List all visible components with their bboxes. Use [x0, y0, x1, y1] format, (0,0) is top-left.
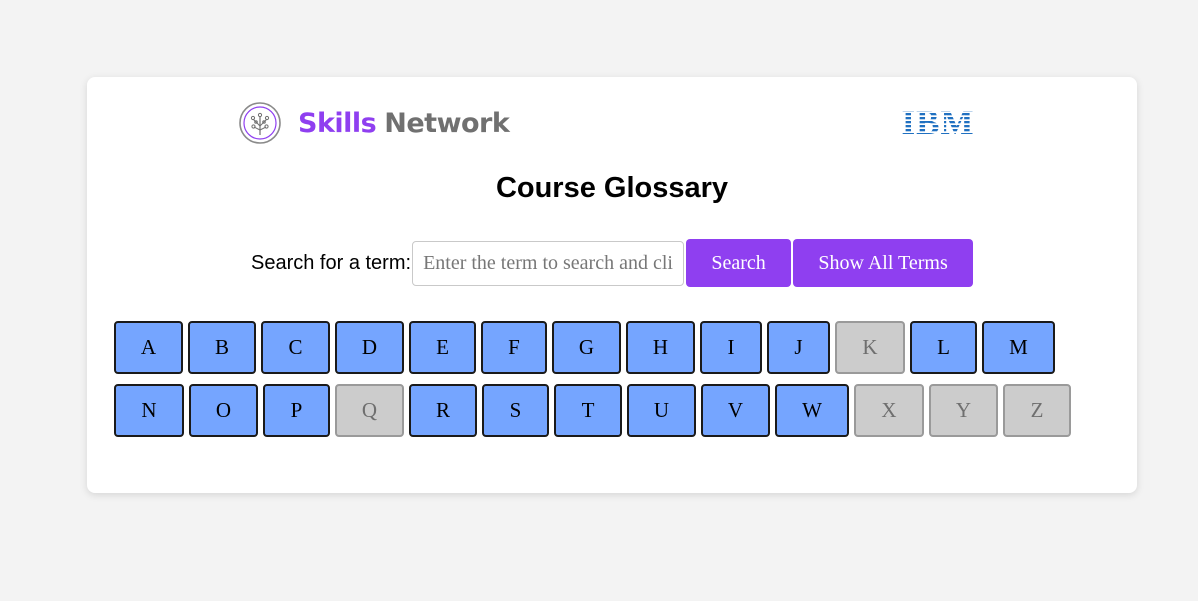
letter-button-g[interactable]: G [552, 321, 621, 374]
letter-button-l[interactable]: L [910, 321, 977, 374]
search-button[interactable]: Search [686, 239, 792, 287]
letter-button-a[interactable]: A [114, 321, 183, 374]
letter-button-w[interactable]: W [775, 384, 849, 437]
letter-button-p[interactable]: P [263, 384, 330, 437]
page-title: Course Glossary [495, 172, 729, 204]
letter-button-i[interactable]: I [700, 321, 762, 374]
letter-row-1: A B C D E F G H I J K L M [114, 321, 1114, 374]
letter-button-b[interactable]: B [188, 321, 256, 374]
search-bar: Search for a term: Search Show All Terms [251, 239, 974, 287]
show-all-terms-button[interactable]: Show All Terms [793, 239, 974, 287]
ibm-logo: IBM [902, 105, 975, 137]
letter-button-q: Q [335, 384, 404, 437]
letter-button-n[interactable]: N [114, 384, 184, 437]
skills-network-logo: Skills Network [239, 101, 510, 145]
letter-button-r[interactable]: R [409, 384, 477, 437]
search-label: Search for a term: [251, 251, 412, 274]
letter-button-x: X [854, 384, 924, 437]
skills-network-tree-icon [239, 102, 281, 144]
letter-button-k: K [835, 321, 905, 374]
letter-button-j[interactable]: J [767, 321, 830, 374]
letter-button-e[interactable]: E [409, 321, 476, 374]
letter-button-z: Z [1003, 384, 1071, 437]
letter-button-d[interactable]: D [335, 321, 404, 374]
brand-word-skills: Skills [298, 107, 377, 139]
letter-button-c[interactable]: C [261, 321, 330, 374]
skills-network-wordmark: Skills Network [298, 107, 510, 139]
letter-index: A B C D E F G H I J K L M N O P Q R S T … [114, 321, 1114, 447]
glossary-card: Skills Network IBM Course Glossary Search… [87, 77, 1137, 493]
letter-button-m[interactable]: M [982, 321, 1055, 374]
brand-word-network: Network [384, 107, 510, 139]
letter-button-s[interactable]: S [482, 384, 549, 437]
letter-button-u[interactable]: U [627, 384, 696, 437]
search-input[interactable] [412, 240, 685, 286]
letter-button-y: Y [929, 384, 998, 437]
letter-button-o[interactable]: O [189, 384, 258, 437]
letter-row-2: N O P Q R S T U V W X Y Z [114, 384, 1114, 437]
letter-button-v[interactable]: V [701, 384, 770, 437]
letter-button-f[interactable]: F [481, 321, 547, 374]
ibm-wordmark: IBM [902, 105, 975, 137]
letter-button-t[interactable]: T [554, 384, 622, 437]
letter-button-h[interactable]: H [626, 321, 695, 374]
